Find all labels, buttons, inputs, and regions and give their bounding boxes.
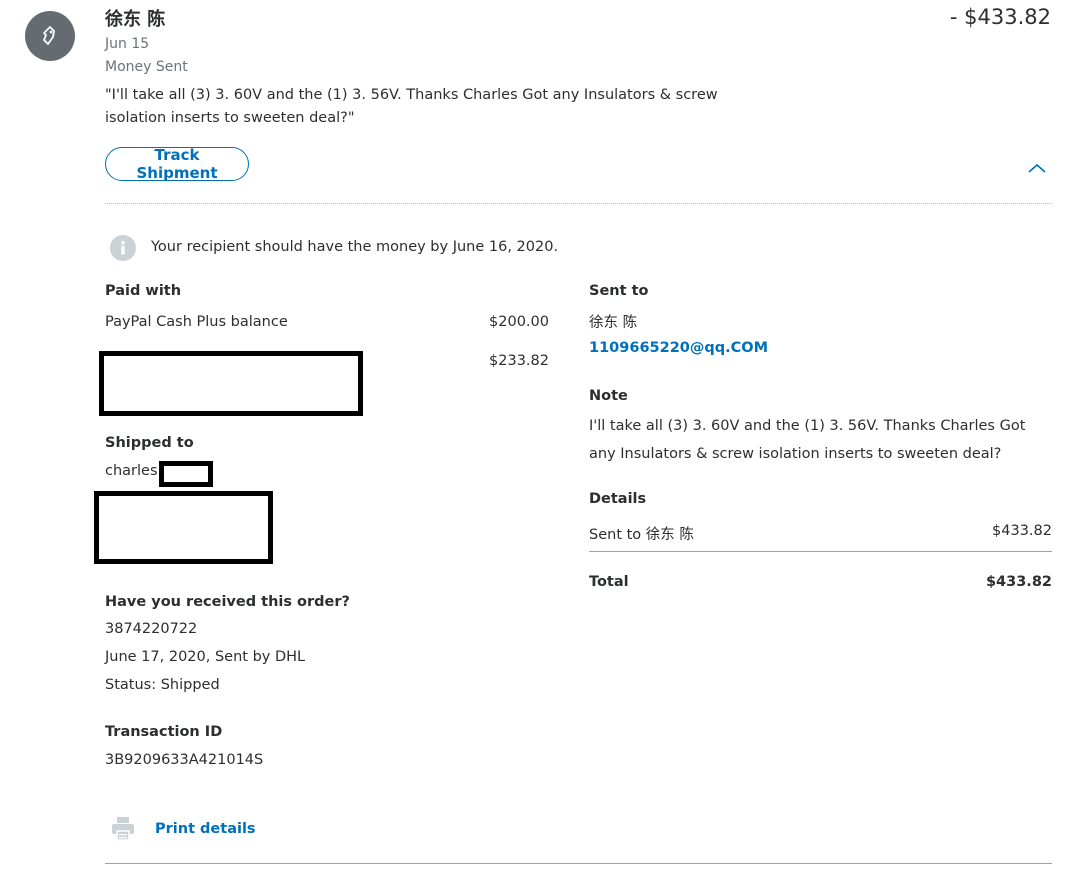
delivery-notice: Your recipient should have the money by …: [151, 239, 559, 255]
sent-to-label: Sent to: [589, 283, 649, 299]
shipped-to-label: Shipped to: [105, 435, 194, 451]
transaction-amount: - $433.82: [949, 5, 1051, 29]
redacted-address: [94, 491, 273, 564]
chevron-up-icon: [1028, 163, 1046, 173]
transaction-quote: "I'll take all (3) 3. 60V and the (1) 3.…: [105, 87, 718, 126]
printer-icon[interactable]: [109, 814, 137, 842]
print-details-link[interactable]: Print details: [155, 821, 256, 837]
sent-to-name: 徐东 陈: [589, 315, 638, 331]
total-amount: $433.82: [985, 574, 1052, 590]
note-text: I'll take all (3) 3. 60V and the (1) 3. …: [589, 418, 1026, 462]
details-line-amount: $433.82: [992, 523, 1052, 539]
recipient-name: 徐东 陈: [105, 9, 166, 30]
details-divider: [589, 551, 1052, 552]
recipient-email-link[interactable]: 1109665220@qq.COM: [589, 340, 768, 356]
details-line-label: Sent to 徐东 陈: [589, 527, 694, 543]
track-shipment-button[interactable]: Track Shipment: [105, 146, 249, 182]
bottom-divider: [105, 863, 1052, 864]
redacted-payment-source: [99, 351, 363, 416]
paid-with-label: Paid with: [105, 283, 182, 299]
transaction-id: 3B9209633A421014S: [105, 752, 264, 768]
note-label: Note: [589, 388, 628, 404]
order-received-label: Have you received this order?: [105, 594, 350, 610]
total-label: Total: [589, 574, 629, 590]
payment-amount-2: $233.82: [489, 353, 549, 369]
transaction-type: Money Sent: [105, 59, 188, 75]
info-icon: [110, 235, 136, 261]
payment-amount-1: $200.00: [489, 314, 549, 330]
transaction-id-label: Transaction ID: [105, 724, 223, 740]
shipped-line: June 17, 2020, Sent by DHL: [105, 649, 306, 665]
section-divider: [105, 203, 1052, 204]
tracking-number: 3874220722: [105, 621, 198, 637]
transaction-date: Jun 15: [105, 36, 150, 52]
shipped-to-name: charles: [105, 463, 158, 479]
redacted-surname: [159, 461, 213, 487]
payment-source-1: PayPal Cash Plus balance: [105, 314, 288, 330]
collapse-toggle[interactable]: [1026, 160, 1048, 174]
shipment-status: Status: Shipped: [105, 677, 220, 693]
recipient-avatar: [25, 11, 75, 61]
tag-icon: [43, 26, 55, 45]
details-label: Details: [589, 491, 647, 507]
